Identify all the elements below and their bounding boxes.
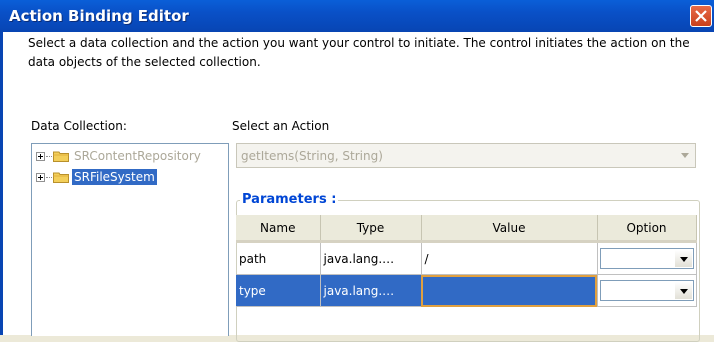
tree-node-srfilesystem[interactable]: SRFileSystem [36,169,157,185]
table-row[interactable]: path java.lang.… / [236,241,697,275]
parameters-table: Name Type Value Option path java.lang.… … [236,215,697,307]
data-collection-tree[interactable]: SRContentRepository SRFileSystem [31,143,229,336]
param-type-cell[interactable]: java.lang.… [320,241,422,275]
tree-node-label: SRContentRepository [74,149,201,163]
parameters-title: Parameters : [240,192,339,207]
param-option-cell[interactable] [597,241,697,275]
param-type-cell[interactable]: java.lang.… [320,274,422,307]
expand-icon[interactable] [36,151,45,161]
window-title: Action Binding Editor [9,7,189,25]
option-dropdown[interactable] [599,248,694,269]
param-option-cell[interactable] [597,274,697,307]
close-button[interactable] [690,5,712,27]
column-header-option[interactable]: Option [597,215,697,243]
param-value-cell[interactable]: / [421,241,598,275]
param-name-cell[interactable]: type [236,274,321,307]
title-bar: Action Binding Editor [0,0,714,32]
column-header-type[interactable]: Type [320,215,422,243]
folder-icon [53,151,69,162]
dropdown-arrow-icon[interactable] [674,282,692,299]
tree-node-srcontentrepository[interactable]: SRContentRepository [36,148,203,164]
chevron-down-icon[interactable] [681,153,689,158]
data-collection-label: Data Collection: [31,119,127,133]
tree-node-label: SRFileSystem [72,169,157,185]
option-dropdown[interactable] [599,280,694,301]
action-selected-value: getItems(String, String) [241,149,383,163]
column-header-value[interactable]: Value [421,215,598,243]
close-icon [695,10,707,22]
table-row[interactable]: type java.lang.… [236,274,697,307]
param-name-cell[interactable]: path [236,241,321,275]
dropdown-arrow-icon[interactable] [674,250,692,267]
expand-icon[interactable] [36,172,45,182]
select-action-label: Select an Action [232,119,330,133]
folder-icon [53,172,69,183]
action-combobox[interactable]: getItems(String, String) [236,143,696,168]
column-header-name[interactable]: Name [236,215,321,243]
description-text: Select a data collection and the action … [28,36,690,69]
param-value-cell[interactable] [421,274,598,307]
